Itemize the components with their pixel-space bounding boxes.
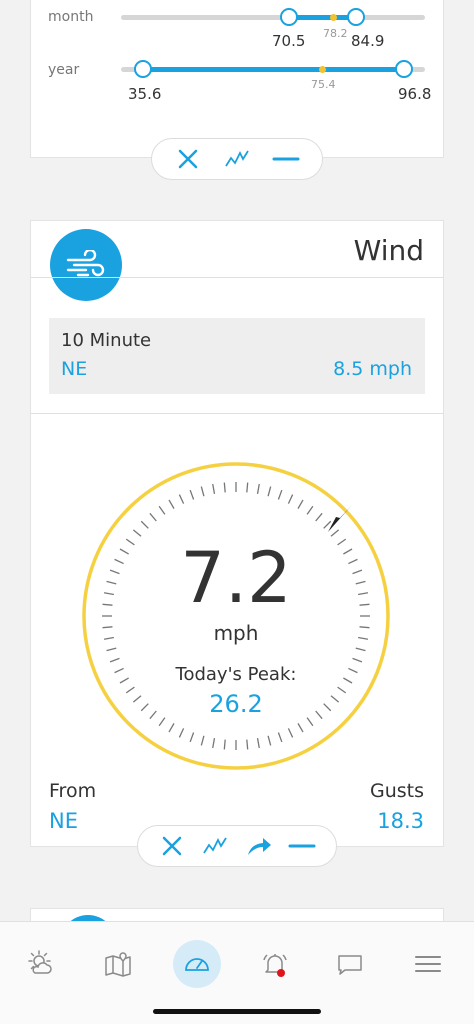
- year-high-value: 96.8: [398, 85, 432, 103]
- gauge-tick: [223, 482, 226, 493]
- gusts-value: 18.3: [377, 809, 424, 833]
- minus-icon[interactable]: [268, 141, 304, 177]
- gauge-tick: [223, 739, 226, 750]
- ten-minute-panel: 10 Minute NE 8.5 mph: [49, 318, 425, 394]
- map-tab[interactable]: [94, 940, 142, 988]
- peak-label: Today's Peak:: [175, 664, 297, 685]
- menu-tab[interactable]: [404, 940, 452, 988]
- year-low-value: 35.6: [128, 85, 162, 103]
- month-low-handle[interactable]: [280, 8, 298, 26]
- range-label-month: month: [48, 9, 94, 25]
- year-range-fill: [143, 67, 404, 72]
- gauge-tick: [246, 739, 249, 750]
- gauge-icon: [185, 958, 209, 971]
- month-low-value: 70.5: [272, 32, 306, 50]
- month-high-value: 84.9: [351, 32, 385, 50]
- year-current-value: 75.4: [311, 78, 336, 91]
- month-current-marker: [330, 14, 337, 21]
- close-icon[interactable]: [154, 828, 190, 864]
- alert-badge: [277, 969, 285, 977]
- alerts-tab[interactable]: [251, 940, 299, 988]
- year-current-marker: [319, 66, 326, 73]
- gusts-label: Gusts: [369, 780, 424, 802]
- wind-speed-value: 7.2: [180, 537, 292, 619]
- month-high-handle[interactable]: [347, 8, 365, 26]
- month-current-value: 78.2: [323, 27, 348, 40]
- year-low-handle[interactable]: [134, 60, 152, 78]
- trend-line-icon[interactable]: [219, 141, 255, 177]
- bell-icon: [263, 954, 287, 977]
- sun-cloud-icon: [28, 950, 52, 974]
- chat-icon: [338, 955, 362, 975]
- messages-tab[interactable]: [326, 940, 374, 988]
- minus-icon[interactable]: [284, 828, 320, 864]
- wind-card-toolbar: [137, 825, 337, 867]
- wind-speed-unit: mph: [213, 621, 259, 645]
- month-range-fill: [289, 15, 356, 20]
- temperature-card-toolbar: [151, 138, 323, 180]
- home-indicator: [153, 1009, 321, 1014]
- dashboard-tab[interactable]: [173, 940, 221, 988]
- from-label: From: [49, 780, 97, 802]
- ten-minute-speed: 8.5 mph: [333, 358, 412, 380]
- trend-line-icon[interactable]: [197, 828, 233, 864]
- close-icon[interactable]: [170, 141, 206, 177]
- month-range-slider[interactable]: [121, 8, 425, 26]
- year-range-slider[interactable]: [121, 60, 425, 78]
- from-value: NE: [49, 809, 78, 833]
- ten-minute-direction: NE: [61, 358, 88, 380]
- year-high-handle[interactable]: [395, 60, 413, 78]
- header-divider: [30, 277, 444, 278]
- range-label-year: year: [48, 62, 80, 78]
- wind-card-title: Wind: [353, 234, 424, 267]
- share-arrow-icon[interactable]: [241, 828, 277, 864]
- hamburger-icon: [415, 956, 441, 972]
- peak-value: 26.2: [209, 690, 263, 718]
- weather-tab[interactable]: [16, 940, 64, 988]
- map-icon: [105, 952, 131, 977]
- panel-divider: [30, 413, 444, 414]
- gauge-tick: [246, 482, 249, 493]
- wind-icon: [50, 229, 122, 301]
- ten-minute-label: 10 Minute: [61, 330, 152, 351]
